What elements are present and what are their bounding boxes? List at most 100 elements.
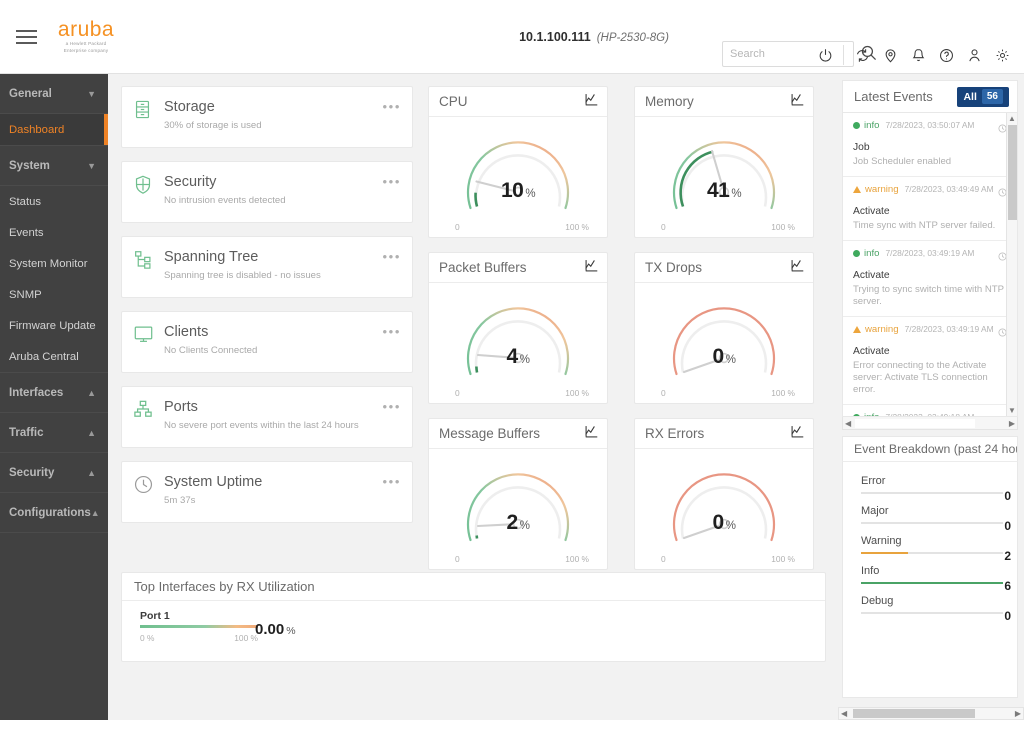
event-list-item[interactable]: warning 7/28/2023, 03:49:49 AM Activate … [843,177,1017,241]
monitor-icon [134,323,164,348]
gauge-row-1: CPU [428,86,826,238]
gauge-title: Memory [645,94,694,109]
latest-events-list[interactable]: info 7/28/2023, 03:50:07 AM Job Job Sche… [842,112,1018,417]
event-breakdown-header: Event Breakdown (past 24 hours) [842,436,1018,462]
card-security[interactable]: Security No intrusion events detected ••… [121,161,413,223]
gauge-row-2: Packet Buffers [428,252,826,404]
gauge-value-wrap: 2% [429,511,607,535]
breakdown-value: 0 [1004,519,1011,533]
gauge-unit: % [520,520,530,532]
sidebar-group-traffic[interactable]: Traffic ▲ [0,413,108,453]
menu-toggle-icon[interactable] [4,30,48,44]
breakdown-track [861,612,1003,614]
sidebar-group-label: Interfaces [9,387,63,399]
card-subtitle: 30% of storage is used [164,120,402,131]
scroll-left-arrow-icon[interactable]: ◀ [841,708,847,719]
sidebar-group-general[interactable]: General ▼ [0,74,108,114]
sidebar-item-system-monitor[interactable]: System Monitor [0,248,108,279]
events-horizontal-scrollbar[interactable]: ◀ ▶ [842,417,1018,430]
scroll-up-arrow-icon[interactable]: ▲ [1007,113,1017,124]
trend-chart-icon[interactable] [791,259,804,277]
scroll-right-arrow-icon[interactable]: ▶ [1009,418,1015,429]
spanning-tree-icon [134,248,164,274]
card-ports[interactable]: Ports No severe port events within the l… [121,386,413,448]
gauge-min-label: 0 [661,388,666,398]
card-title: Storage [164,98,402,116]
sidebar-group-configurations[interactable]: Configurations ▲ [0,493,108,533]
sidebar-item-label: System Monitor [9,258,87,270]
card-menu-icon[interactable]: ••• [383,400,401,413]
location-icon[interactable] [876,44,904,66]
panel-title: Event Breakdown (past 24 hours) [854,442,1018,456]
event-timestamp: 7/28/2023, 03:49:49 AM [903,184,994,195]
card-spanning-tree[interactable]: Spanning Tree Spanning tree is disabled … [121,236,413,298]
card-menu-icon[interactable]: ••• [383,325,401,338]
sidebar-group-security[interactable]: Security ▲ [0,453,108,493]
events-vertical-scrollbar[interactable]: ▲ ▼ [1006,113,1017,416]
card-title: Clients [164,323,402,341]
breakdown-track [861,582,1003,584]
aruba-logo: aruba a Hewlett Packard Enterprise compa… [48,19,124,55]
event-message: Error connecting to the Activate server:… [853,360,1007,396]
interface-label: Port 1 [140,610,825,622]
trend-chart-icon[interactable] [585,93,598,111]
card-system-uptime[interactable]: System Uptime 5m 37s ••• [121,461,413,523]
card-storage[interactable]: Storage 30% of storage is used ••• [121,86,413,148]
sidebar-item-firmware-update[interactable]: Firmware Update [0,310,108,341]
gear-icon[interactable] [988,44,1016,66]
top-interfaces-panel: Top Interfaces by RX Utilization Port 1 … [121,572,826,662]
sidebar-item-snmp[interactable]: SNMP [0,279,108,310]
card-clients[interactable]: Clients No Clients Connected ••• [121,311,413,373]
card-menu-icon[interactable]: ••• [383,175,401,188]
card-subtitle: No severe port events within the last 24… [164,420,402,431]
scrollbar-thumb[interactable] [855,419,975,428]
card-menu-icon[interactable]: ••• [383,250,401,263]
gauge-min-label: 0 [661,554,666,564]
event-timestamp: 7/28/2023, 03:49:19 AM [883,248,994,259]
trend-chart-icon[interactable] [585,425,598,443]
chevron-up-icon: ▲ [91,508,100,518]
card-menu-icon[interactable]: ••• [383,100,401,113]
scrollbar-thumb[interactable] [853,709,975,718]
scrollbar-thumb[interactable] [1008,125,1017,220]
bell-icon[interactable] [904,44,932,66]
filter-label: All [963,91,976,103]
trend-chart-icon[interactable] [585,259,598,277]
page-horizontal-scrollbar[interactable]: ◀ ▶ [838,707,1024,720]
power-icon[interactable] [811,44,839,66]
chevron-down-icon: ▼ [87,161,96,171]
user-icon[interactable] [960,44,988,66]
scroll-left-arrow-icon[interactable]: ◀ [845,418,851,429]
sidebar-group-system[interactable]: System ▼ [0,146,108,186]
gauge-tx-drops: TX Drops [634,252,814,404]
interface-row-port1: Port 1 0.00% 0 % 100 % [122,601,825,643]
scroll-down-arrow-icon[interactable]: ▼ [1007,405,1017,416]
sidebar-group-interfaces[interactable]: Interfaces ▲ [0,373,108,413]
sidebar-item-label: Events [9,227,44,239]
refresh-icon[interactable] [848,44,876,66]
sidebar-item-label: Dashboard [9,124,64,136]
card-menu-icon[interactable]: ••• [383,475,401,488]
event-severity: warning [853,184,899,195]
info-dot-icon [853,122,860,129]
sidebar-item-dashboard[interactable]: Dashboard [0,114,108,145]
trend-chart-icon[interactable] [791,93,804,111]
sidebar-item-status[interactable]: Status [0,186,108,217]
event-list-item[interactable]: info 7/28/2023, 03:50:07 AM Job Job Sche… [843,113,1017,177]
event-list-item[interactable]: info 7/28/2023, 03:49:19 AM Activate Try… [843,241,1017,317]
help-icon[interactable] [932,44,960,66]
sidebar-item-aruba-central[interactable]: Aruba Central [0,341,108,372]
event-list-item[interactable]: info 7/28/2023, 03:49:18 AM Activate [843,405,1017,417]
sidebar-item-events[interactable]: Events [0,217,108,248]
gauge-unit: % [726,520,736,532]
events-filter-all-button[interactable]: All 56 [957,87,1009,107]
event-list-item[interactable]: warning 7/28/2023, 03:49:19 AM Activate … [843,317,1017,405]
gauge-dial [648,452,800,552]
sidebar-item-label: Aruba Central [9,351,79,363]
breakdown-row: Debug 0 [861,595,1003,614]
card-subtitle: No Clients Connected [164,345,402,356]
trend-chart-icon[interactable] [791,425,804,443]
event-breakdown-chart: Error 0 Major 0 Warning 2 Info 6 [842,462,1018,698]
scroll-right-arrow-icon[interactable]: ▶ [1015,708,1021,719]
gauge-min-label: 0 [455,388,460,398]
